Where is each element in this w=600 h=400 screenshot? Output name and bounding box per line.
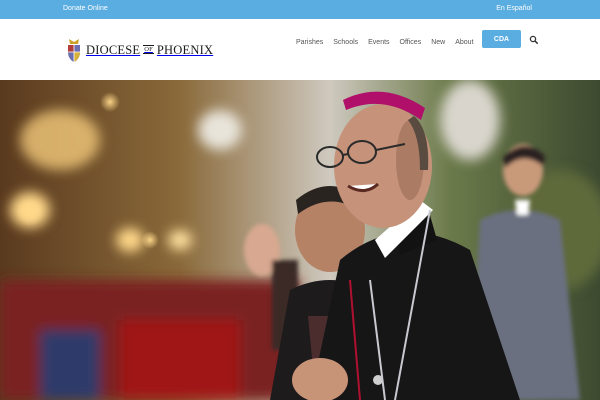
nav-events[interactable]: Events (368, 39, 389, 46)
nav-about[interactable]: About (455, 39, 473, 46)
logo-wordmark: DIOCESE OF PHOENIX (86, 43, 213, 58)
hero-image (0, 80, 600, 400)
language-spanish-link[interactable]: En Español (496, 5, 532, 12)
search-icon[interactable] (528, 33, 540, 45)
main-nav: Parishes Schools Events Offices New Abou… (296, 35, 474, 49)
logo-word-phoenix: PHOENIX (156, 42, 214, 57)
donate-online-link[interactable]: Donate Online (63, 5, 108, 12)
nav-new[interactable]: New (431, 39, 445, 46)
cda-button[interactable]: CDA (482, 30, 521, 48)
logo-word-diocese: DIOCESE (86, 42, 141, 57)
nav-schools[interactable]: Schools (333, 39, 358, 46)
top-bar: Donate Online En Español (0, 0, 600, 19)
hero-photo-illustration (0, 80, 600, 400)
site-header: DIOCESE OF PHOENIX Parishes Schools Even… (0, 19, 600, 80)
diocese-crest-icon (66, 37, 82, 63)
nav-parishes[interactable]: Parishes (296, 39, 323, 46)
logo-word-of: OF (143, 44, 154, 54)
site-logo[interactable]: DIOCESE OF PHOENIX (66, 36, 213, 64)
nav-offices[interactable]: Offices (400, 39, 422, 46)
